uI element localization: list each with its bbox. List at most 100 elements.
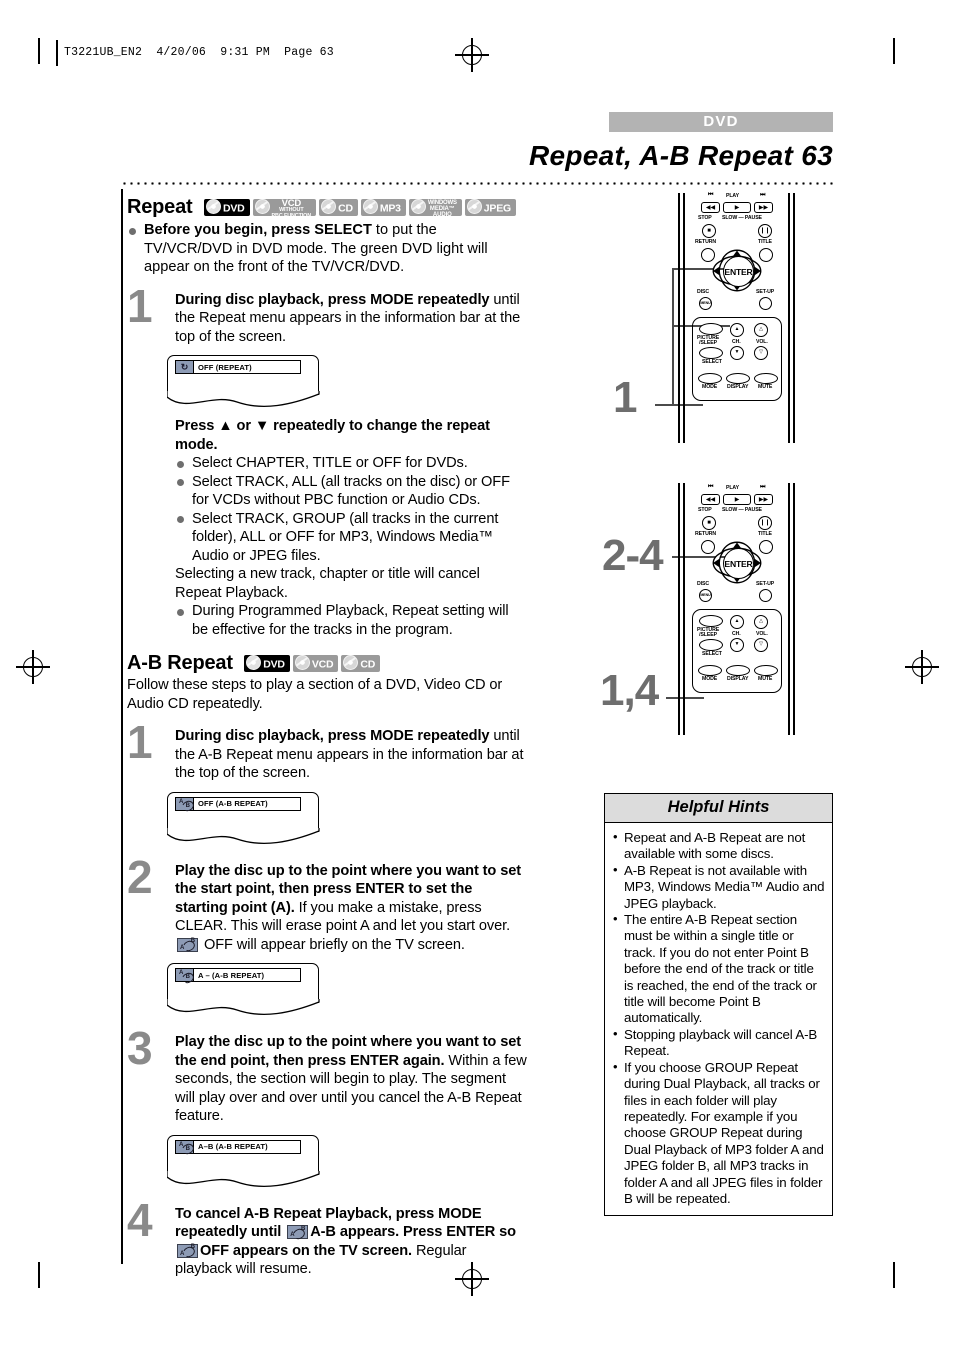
- ab-badge-group: DVD VCD CD: [244, 654, 383, 673]
- disc-menu-label: DISC: [697, 581, 709, 587]
- vertical-divider: [121, 189, 123, 1264]
- channel-label: CH.: [732, 339, 741, 345]
- repeat-icon: [176, 361, 194, 373]
- registration-mark-top: [455, 38, 489, 72]
- mode-button[interactable]: [698, 665, 722, 676]
- slow-pause-label: SLOW — PAUSE: [722, 507, 762, 513]
- repeat-step-1: 1 During disc playback, press MODE repea…: [127, 283, 527, 347]
- vcd-badge: VCD: [292, 654, 339, 672]
- information-bar-text: OFF (A-B REPEAT): [198, 799, 268, 808]
- ab-step-2-rest2: OFF will appear briefly on the TV screen…: [200, 936, 465, 953]
- ab-repeat-intro: Follow these steps to play a section of …: [127, 677, 503, 712]
- information-bar: OFF (A-B REPEAT): [175, 796, 301, 814]
- select-button[interactable]: [699, 639, 723, 651]
- mp3-badge: MP3: [360, 198, 406, 216]
- repeat-programmed-bullet: During Programmed Playback, Repeat setti…: [175, 602, 527, 639]
- repeat-note: Selecting a new track, chapter or title …: [175, 566, 480, 601]
- next-label: ⏭: [760, 484, 766, 490]
- channel-label: CH.: [732, 631, 741, 637]
- repeat-heading-row: Repeat DVD VCD WITHOUT PBC FUNCTION CD MP3 WIN…: [127, 196, 527, 219]
- disc-menu-label: DISC: [697, 289, 709, 295]
- tv-screen-illustration-ab-off: OFF (A-B REPEAT): [167, 791, 320, 846]
- list-item: If you choose GROUP Repeat during Dual P…: [612, 1059, 825, 1208]
- play-label: PLAY: [726, 485, 739, 491]
- registration-mark-right: [905, 650, 939, 684]
- ab-step-4-bold-b: A-B appears. Press ENTER so: [310, 1224, 516, 1240]
- mode-label: MODE: [702, 676, 718, 682]
- callout-line-1-v: [672, 268, 675, 406]
- ab-step-3: 3 Play the disc up to the point where yo…: [127, 1025, 527, 1126]
- mute-button[interactable]: [754, 373, 778, 384]
- ab-repeat-icon: [176, 969, 196, 985]
- select-label: SELECT: [702, 651, 722, 657]
- stop-label: STOP: [698, 507, 712, 513]
- torn-edge: [167, 999, 320, 1015]
- remote-diagram-bottom: ⏮ PLAY ⏭ ◀◀ ▶ ▶▶ STOP SLOW — PAUSE ■ ❙❙ …: [678, 480, 796, 735]
- mute-button[interactable]: [754, 665, 778, 676]
- ab-repeat-icon: [176, 1140, 196, 1157]
- press-updown-instruction: Press ▲ or ▼ repeatedly to change the re…: [175, 418, 490, 453]
- select-button[interactable]: [699, 347, 723, 359]
- enter-button[interactable]: ENTER: [723, 548, 754, 579]
- ab-repeat-icon: [176, 797, 196, 814]
- torn-edge: [167, 1170, 320, 1187]
- mode-button[interactable]: [698, 373, 722, 384]
- list-item: During Programmed Playback, Repeat setti…: [175, 602, 527, 639]
- registration-mark-left: [16, 650, 50, 684]
- information-bar: A–B (A-B REPEAT): [175, 1139, 301, 1157]
- information-bar: A – (A-B REPEAT): [175, 968, 301, 985]
- setup-label: SET-UP: [756, 289, 775, 295]
- step-number: 1: [127, 716, 153, 768]
- dotted-divider: [121, 181, 833, 186]
- title-label: TITLE: [758, 531, 772, 537]
- list-item: The entire A-B Repeat section must be wi…: [612, 911, 825, 1027]
- dvd-badge: DVD: [203, 198, 250, 216]
- information-bar: OFF (REPEAT): [175, 360, 301, 374]
- stop-label: STOP: [698, 215, 712, 221]
- list-item: Select CHAPTER, TITLE or OFF for DVDs.: [175, 454, 527, 473]
- setup-button[interactable]: [759, 589, 772, 602]
- ab-repeat-icon: [287, 1220, 309, 1245]
- repeat-badge-group: DVD VCD WITHOUT PBC FUNCTION CD MP3 WINDOWS MED…: [203, 198, 519, 219]
- information-bar-text: OFF (REPEAT): [198, 362, 252, 372]
- display-button[interactable]: [726, 665, 750, 676]
- helpful-hints-list: Repeat and A-B Repeat are not available …: [605, 823, 832, 1215]
- page-title: Repeat, A-B Repeat 63: [528, 140, 833, 171]
- play-label: PLAY: [726, 193, 739, 199]
- enter-button[interactable]: ENTER: [723, 256, 754, 287]
- display-label: DISPLAY: [727, 676, 749, 682]
- select-label: SELECT: [702, 359, 722, 365]
- ab-repeat-icon: [177, 932, 198, 957]
- left-content-column: Repeat DVD VCD WITHOUT PBC FUNCTION CD MP3 WIN…: [127, 196, 527, 1279]
- remote-2-step-label-top: 2-4: [602, 531, 664, 580]
- ab-repeat-heading-row: A-B Repeat DVD VCD CD: [127, 652, 527, 675]
- crop-mark-bottom-right: [893, 1262, 895, 1288]
- display-label: DISPLAY: [727, 384, 749, 390]
- ab-step-1-bold: During disc playback, press MODE repeate…: [175, 728, 490, 744]
- picture-sleep-label: PICTURE/SLEEP: [697, 627, 720, 639]
- list-item: A-B Repeat is not available with MP3, Wi…: [612, 862, 825, 912]
- step-text: During disc playback, press MODE repeate…: [175, 291, 527, 347]
- dvd-badge: DVD: [244, 654, 290, 672]
- mute-label: MUTE: [758, 384, 773, 390]
- ab-step-2: 2 Play the disc up to the point where yo…: [127, 854, 527, 958]
- repeat-intro-bold: Before you begin, press SELECT: [144, 222, 372, 238]
- setup-button[interactable]: [759, 297, 772, 310]
- torn-edge: [167, 827, 320, 844]
- information-bar-text: A – (A-B REPEAT): [198, 970, 265, 980]
- ab-step-4-bold-c: OFF appears on the TV screen.: [200, 1242, 413, 1259]
- crop-mark-top-right: [893, 38, 895, 64]
- return-label: RETURN: [695, 239, 717, 245]
- display-button[interactable]: [726, 373, 750, 384]
- return-label: RETURN: [695, 531, 717, 537]
- mode-label: MODE: [702, 384, 718, 390]
- ab-repeat-icon: [177, 1238, 198, 1263]
- step-number: 1: [127, 279, 153, 332]
- picture-sleep-button[interactable]: [699, 615, 723, 627]
- helpful-hints-box: Helpful Hints Repeat and A-B Repeat are …: [604, 793, 833, 1217]
- picture-sleep-button[interactable]: [699, 323, 723, 335]
- list-item: Repeat and A-B Repeat are not available …: [612, 829, 825, 863]
- helpful-hints-title: Helpful Hints: [605, 794, 832, 823]
- dvd-section-tab: DVD: [609, 112, 833, 132]
- prev-label: ⏮: [708, 484, 714, 490]
